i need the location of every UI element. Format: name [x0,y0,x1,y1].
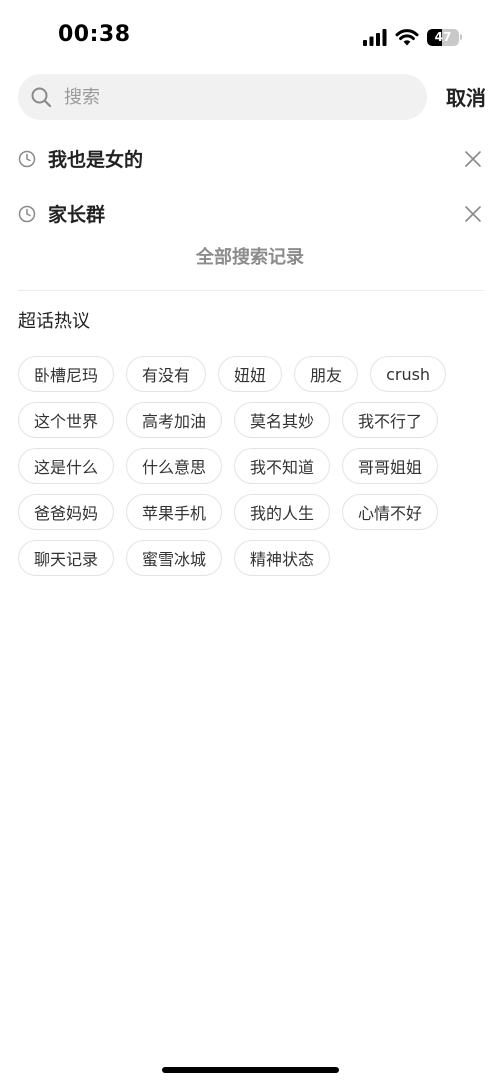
hot-topic-tag[interactable]: 聊天记录 [18,540,115,576]
search-history-list: 我也是女的 家长群 [0,131,500,241]
hot-topic-tag[interactable]: 妞妞 [218,356,283,392]
search-screen: 00:38 47 搜索 取消 我也是女的 家长群 全部搜索记录 超话热议 卧槽尼… [0,0,500,1084]
hot-topic-tag[interactable]: 高考加油 [126,402,223,438]
hot-topic-tag[interactable]: 莫名其妙 [234,402,331,438]
history-item[interactable]: 我也是女的 [0,131,500,186]
hot-topic-tag[interactable]: 朋友 [294,356,359,392]
hot-topic-tag[interactable]: 蜜雪冰城 [126,540,223,576]
wifi-icon [395,29,419,46]
search-box[interactable] [18,74,427,120]
cancel-button[interactable]: 取消 [446,82,486,111]
status-bar: 00:38 47 [0,0,500,70]
hot-topic-tag[interactable]: 什么意思 [126,448,223,484]
battery-level: 47 [434,29,452,44]
history-item-label: 我也是女的 [48,149,144,171]
hot-topics-title: 超话热议 [18,311,90,332]
hot-topic-tag[interactable]: 我不知道 [234,448,331,484]
all-search-history-button[interactable]: 全部搜索记录 [0,243,500,269]
battery-nub [460,34,462,40]
hot-topic-tag[interactable]: 卧槽尼玛 [18,356,115,392]
hot-topic-tags: 卧槽尼玛 有没有 妞妞 朋友 crush 这个世界 高考加油 莫名其妙 我不行了… [18,356,458,576]
hot-topic-tag[interactable]: 苹果手机 [126,494,223,530]
hot-topic-tag[interactable]: 有没有 [126,356,207,392]
search-input[interactable] [62,85,386,109]
hot-topic-tag[interactable]: 心情不好 [342,494,439,530]
divider [18,290,484,291]
search-row: 取消 [18,74,500,120]
hot-topic-tag[interactable]: crush [370,356,447,392]
hot-topic-tag[interactable]: 哥哥姐姐 [342,448,439,484]
clock-icon [18,150,36,167]
status-time: 00:38 [58,22,131,47]
close-icon[interactable] [464,150,482,168]
search-icon [30,86,52,108]
battery-icon: 47 [427,28,459,46]
cellular-signal-icon [363,29,387,46]
hot-topic-tag[interactable]: 这是什么 [18,448,115,484]
hot-topic-tag[interactable]: 精神状态 [234,540,331,576]
history-item[interactable]: 家长群 [0,186,500,241]
hot-topic-tag[interactable]: 爸爸妈妈 [18,494,115,530]
home-indicator[interactable] [162,1067,339,1073]
status-icons: 47 [363,26,462,48]
close-icon[interactable] [464,205,482,223]
hot-topic-tag[interactable]: 我的人生 [234,494,331,530]
hot-topic-tag[interactable]: 我不行了 [342,402,439,438]
hot-topic-tag[interactable]: 这个世界 [18,402,115,438]
history-item-label: 家长群 [48,204,106,226]
clock-icon [18,205,36,222]
